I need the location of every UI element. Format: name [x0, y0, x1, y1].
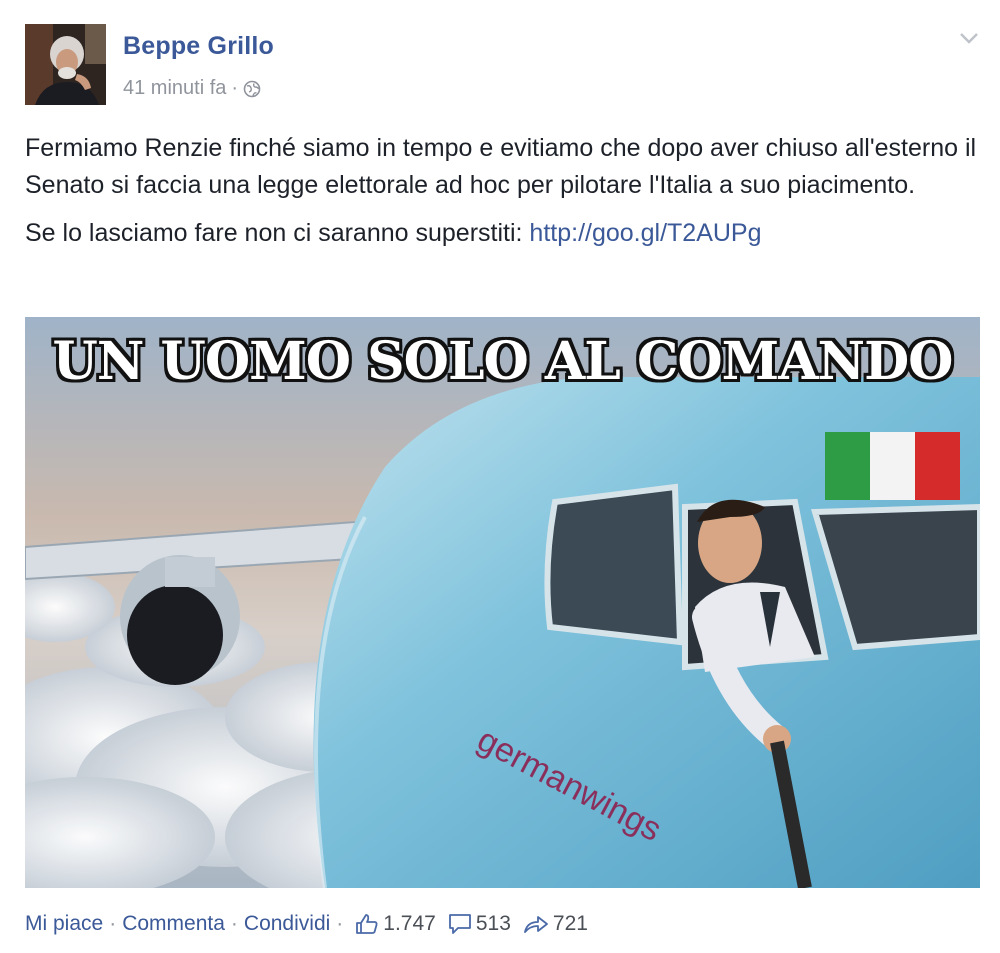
post-timestamp[interactable]: 41 minuti fa: [123, 77, 226, 100]
author-avatar[interactable]: [25, 24, 106, 105]
post-paragraph: Se lo lasciamo fare non ci saranno super…: [25, 215, 980, 252]
action-bar: Mi piace · Commenta · Condividi · 1.747 …: [25, 912, 588, 936]
comments-count[interactable]: 513: [448, 912, 511, 936]
globe-icon[interactable]: [243, 80, 261, 98]
post-meta: 41 minuti fa ·: [123, 77, 261, 100]
post-paragraph-text: Se lo lasciamo fare non ci saranno super…: [25, 219, 530, 247]
post-link[interactable]: http://goo.gl/T2AUPg: [529, 219, 761, 247]
comment-icon: [448, 914, 471, 934]
thumbs-up-icon: [356, 914, 378, 934]
author-name[interactable]: Beppe Grillo: [123, 32, 274, 61]
comment-button[interactable]: Commenta: [122, 912, 225, 936]
facebook-post: Beppe Grillo 41 minuti fa · Fermiamo Ren…: [0, 0, 1000, 953]
likes-count-value: 1.747: [383, 912, 436, 935]
comments-count-value: 513: [475, 912, 511, 935]
share-button[interactable]: Condividi: [244, 912, 330, 936]
chevron-down-icon[interactable]: [958, 30, 980, 46]
image-caption: UN UOMO SOLO AL COMANDO: [52, 331, 954, 392]
meta-separator: ·: [231, 77, 239, 99]
share-icon: [524, 916, 548, 933]
shares-count[interactable]: 721: [523, 912, 588, 936]
post-image[interactable]: germanwings UN UOMO SOLO AL COMANDO: [25, 317, 980, 888]
shares-count-value: 721: [552, 912, 588, 935]
action-separator: ·: [230, 912, 238, 935]
action-separator: ·: [336, 912, 344, 935]
likes-count[interactable]: 1.747: [355, 912, 436, 936]
like-button[interactable]: Mi piace: [25, 912, 103, 936]
post-paragraph: Fermiamo Renzie finché siamo in tempo e …: [25, 134, 977, 199]
action-separator: ·: [109, 912, 117, 935]
post-text: Fermiamo Renzie finché siamo in tempo e …: [25, 130, 980, 252]
